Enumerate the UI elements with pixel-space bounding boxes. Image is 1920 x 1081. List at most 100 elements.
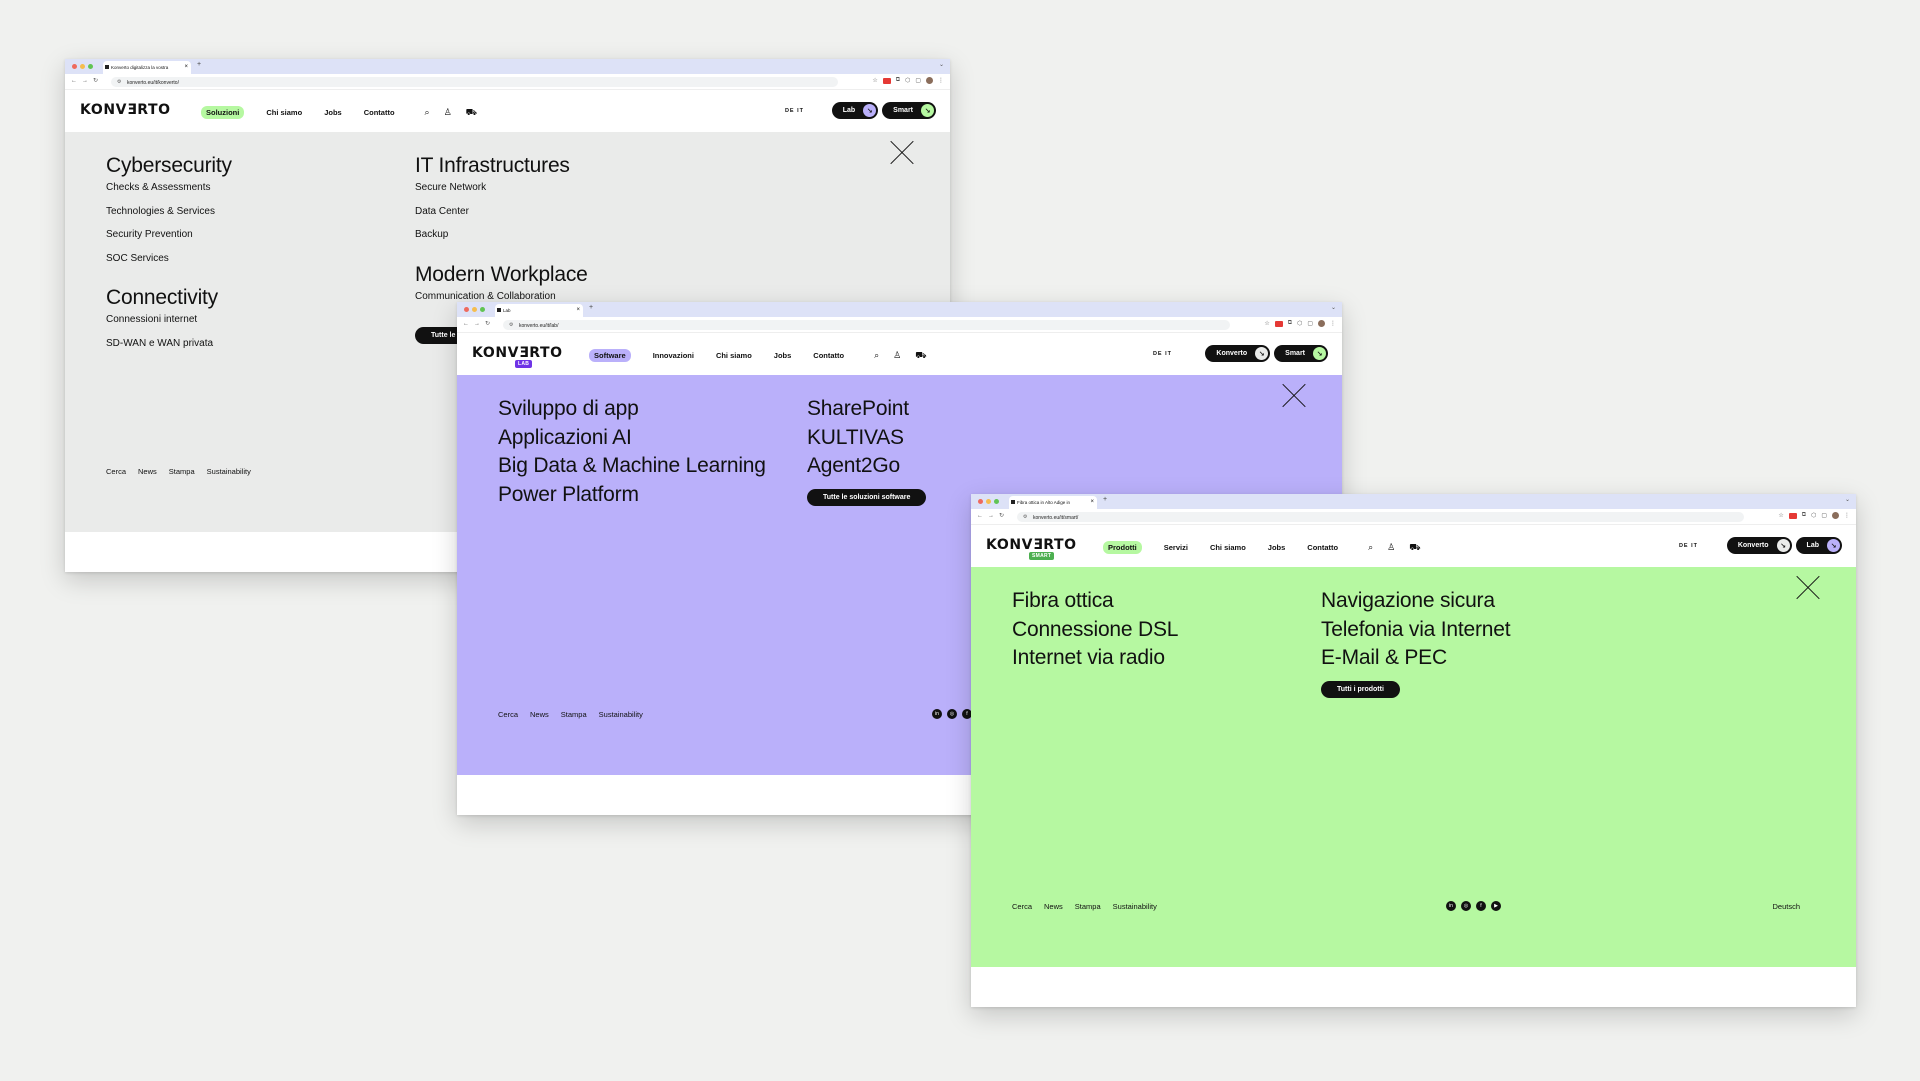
menu-item[interactable]: E-Mail & PEC <box>1321 646 1510 675</box>
menu-item[interactable]: Big Data & Machine Learning <box>498 454 766 483</box>
window-controls[interactable] <box>464 307 485 312</box>
footer-link[interactable]: Stampa <box>1075 902 1101 911</box>
menu-item[interactable]: Power Platform <box>498 483 766 512</box>
footer-language-link[interactable]: Deutsch <box>1772 902 1800 911</box>
cart-icon[interactable]: ⛟ <box>466 107 477 119</box>
footer-link[interactable]: Cerca <box>498 710 518 719</box>
nav-buttons[interactable]: ←→↻ <box>71 77 103 84</box>
menu-item[interactable]: Navigazione sicura <box>1321 589 1510 618</box>
smart-button[interactable]: Smart ↘ <box>882 102 936 119</box>
footer-link[interactable]: News <box>1044 902 1063 911</box>
nav-chi-siamo[interactable]: Chi siamo <box>716 351 752 360</box>
nav-jobs[interactable]: Jobs <box>324 108 342 117</box>
tab-search-icon[interactable]: ⌄ <box>939 61 944 68</box>
nav-jobs[interactable]: Jobs <box>1268 543 1286 552</box>
linkedin-icon[interactable]: in <box>932 709 942 719</box>
close-tab-icon[interactable]: × <box>576 307 580 313</box>
nav-contatto[interactable]: Contatto <box>813 351 844 360</box>
konverto-smart-logo[interactable]: KONVERTO <box>986 537 1077 553</box>
browser-tab[interactable]: Lab × <box>495 304 583 317</box>
search-icon[interactable]: ⌕ <box>1368 542 1373 553</box>
url-field[interactable]: ⚙ konverto.eu/it/konverto/ <box>111 77 838 87</box>
footer-link[interactable]: Sustainability <box>1113 902 1157 911</box>
tab-search-icon[interactable]: ⌄ <box>1331 304 1336 311</box>
close-tab-icon[interactable]: × <box>1090 499 1094 505</box>
instagram-icon[interactable]: ◎ <box>947 709 957 719</box>
search-icon[interactable]: ⌕ <box>874 350 879 361</box>
menu-item[interactable]: SD-WAN e WAN privata <box>106 338 232 362</box>
menu-item[interactable]: Applicazioni AI <box>498 426 766 455</box>
language-switch[interactable]: DE IT <box>785 108 804 114</box>
nav-soluzioni[interactable]: Soluzioni <box>201 106 245 119</box>
user-icon[interactable]: ♙ <box>893 350 901 361</box>
nav-software[interactable]: Software <box>589 349 631 362</box>
menu-item[interactable]: Technologies & Services <box>106 206 232 230</box>
nav-jobs[interactable]: Jobs <box>774 351 792 360</box>
nav-chi-siamo[interactable]: Chi siamo <box>266 108 302 117</box>
extensions[interactable]: ☆ ⧉ ⬡ ▢ ⋮ <box>872 77 944 84</box>
footer-link[interactable]: News <box>138 467 157 476</box>
nav-buttons[interactable]: ←→↻ <box>463 320 495 327</box>
site-info-icon[interactable]: ⚙ <box>509 322 513 328</box>
window-controls[interactable] <box>978 499 999 504</box>
menu-item[interactable]: Backup <box>415 229 588 253</box>
category-connectivity[interactable]: Connectivity <box>106 286 232 310</box>
menu-item[interactable]: Fibra ottica <box>1012 589 1178 618</box>
konverto-logo[interactable]: KONVERTO <box>80 102 171 118</box>
close-tab-icon[interactable]: × <box>184 64 188 70</box>
nav-innovazioni[interactable]: Innovazioni <box>653 351 694 360</box>
footer-link[interactable]: Sustainability <box>599 710 643 719</box>
konverto-lab-logo[interactable]: KONVERTO <box>472 345 563 361</box>
menu-item[interactable]: Connessioni internet <box>106 314 232 338</box>
instagram-icon[interactable]: ◎ <box>1461 901 1471 911</box>
nav-servizi[interactable]: Servizi <box>1164 543 1188 552</box>
nav-contatto[interactable]: Contatto <box>364 108 395 117</box>
footer-link[interactable]: Stampa <box>169 467 195 476</box>
menu-item[interactable]: KULTIVAS <box>807 426 926 455</box>
nav-prodotti[interactable]: Prodotti <box>1103 541 1142 554</box>
konverto-button[interactable]: Konverto ↘ <box>1205 345 1271 362</box>
close-icon[interactable] <box>1280 383 1306 409</box>
lab-button[interactable]: Lab ↘ <box>831 102 879 119</box>
new-tab-icon[interactable]: + <box>589 304 593 311</box>
browser-tab[interactable]: Fibra ottica in Alto Adige in × <box>1009 496 1097 509</box>
menu-item[interactable]: Sviluppo di app <box>498 397 766 426</box>
menu-item[interactable]: SharePoint <box>807 397 926 426</box>
footer-link[interactable]: Sustainability <box>207 467 251 476</box>
user-icon[interactable]: ♙ <box>1387 542 1395 553</box>
extensions[interactable]: ☆ ⧉ ⬡ ▢ ⋮ <box>1778 512 1850 519</box>
extensions[interactable]: ☆ ⧉ ⬡ ▢ ⋮ <box>1264 320 1336 327</box>
category-it-infrastructures[interactable]: IT Infrastructures <box>415 154 588 178</box>
menu-item[interactable]: Checks & Assessments <box>106 182 232 206</box>
menu-item[interactable]: Security Prevention <box>106 229 232 253</box>
nav-contatto[interactable]: Contatto <box>1307 543 1338 552</box>
new-tab-icon[interactable]: + <box>197 61 201 68</box>
footer-link[interactable]: Cerca <box>1012 902 1032 911</box>
new-tab-icon[interactable]: + <box>1103 496 1107 503</box>
menu-item[interactable]: Telefonia via Internet <box>1321 618 1511 647</box>
lab-button[interactable]: Lab ↘ <box>1795 537 1842 554</box>
close-icon[interactable] <box>1794 575 1820 601</box>
konverto-button[interactable]: Konverto ↘ <box>1726 537 1792 554</box>
footer-link[interactable]: Cerca <box>106 467 126 476</box>
nav-chi-siamo[interactable]: Chi siamo <box>1210 543 1246 552</box>
cart-icon[interactable]: ⛟ <box>1409 542 1420 554</box>
menu-item[interactable]: Connessione DSL <box>1012 618 1178 647</box>
footer-link[interactable]: News <box>530 710 549 719</box>
search-icon[interactable]: ⌕ <box>425 107 430 118</box>
linkedin-icon[interactable]: in <box>1446 901 1456 911</box>
all-products-button[interactable]: Tutti i prodotti <box>1321 680 1400 698</box>
site-info-icon[interactable]: ⚙ <box>117 79 121 85</box>
menu-item[interactable]: Agent2Go <box>807 454 926 483</box>
facebook-icon[interactable]: f <box>1476 901 1486 911</box>
menu-item[interactable]: Data Center <box>415 206 588 230</box>
menu-item[interactable]: Secure Network <box>415 182 588 206</box>
url-field[interactable]: ⚙ konverto.eu/it/smart/ <box>1017 512 1744 522</box>
menu-item[interactable]: Internet via radio <box>1012 646 1178 675</box>
url-field[interactable]: ⚙ konverto.eu/it/lab/ <box>503 320 1230 330</box>
category-modern-workplace[interactable]: Modern Workplace <box>415 263 588 287</box>
youtube-icon[interactable]: ▶ <box>1491 901 1501 911</box>
close-icon[interactable] <box>888 140 914 166</box>
site-info-icon[interactable]: ⚙ <box>1023 514 1027 520</box>
cart-icon[interactable]: ⛟ <box>915 350 926 362</box>
